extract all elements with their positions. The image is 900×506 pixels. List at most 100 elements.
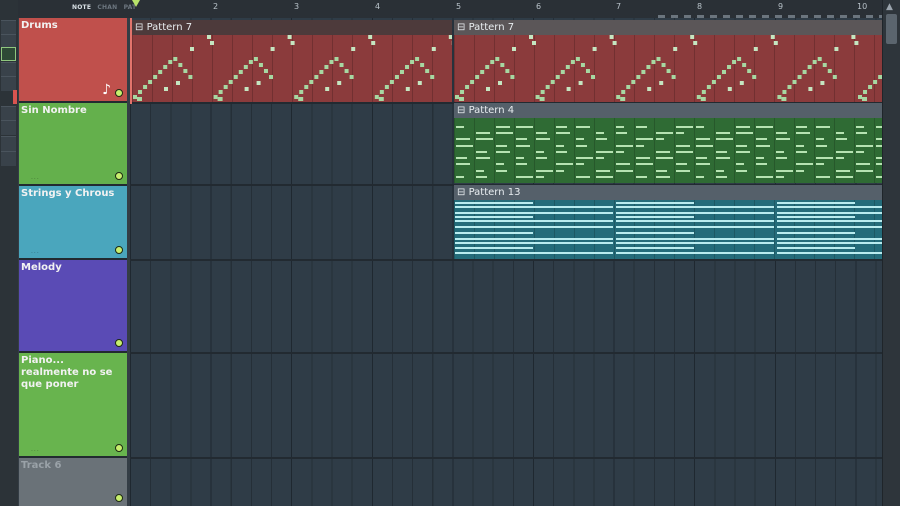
drum-note	[143, 85, 148, 89]
drum-note	[656, 57, 661, 61]
melody-note	[716, 138, 733, 140]
drum-note	[540, 90, 545, 94]
track-header-melody[interactable]: Melody	[19, 260, 127, 353]
clip-header[interactable]: ⊟ Pattern 7	[132, 20, 452, 35]
timeline-ruler[interactable]: NOTE CHAN PAT 2 3 4 5 6 7 8 9 10	[18, 0, 898, 19]
drum-note	[465, 85, 470, 89]
chord-note	[455, 220, 613, 222]
drum-note	[797, 75, 802, 79]
track-name: Piano... realmente no se que poner	[21, 355, 113, 390]
drum-note	[217, 97, 223, 101]
melody-note	[836, 138, 847, 140]
drum-note	[807, 65, 812, 69]
track-name: Strings y Chrous	[21, 188, 115, 199]
mode-tab-note[interactable]: NOTE	[72, 4, 91, 11]
track-grip: ...	[31, 446, 40, 453]
chord-note	[777, 242, 900, 244]
clip-sin-nombre-pattern-4[interactable]: ⊟ Pattern 4	[454, 103, 893, 183]
melody-note	[556, 145, 564, 147]
melody-note	[536, 170, 553, 172]
drum-note	[137, 97, 142, 101]
melody-note	[656, 151, 670, 153]
melody-note	[576, 126, 590, 128]
track-mute-led[interactable]	[115, 494, 123, 502]
melody-note	[456, 126, 464, 128]
clip-menu-icon[interactable]: ⊟	[135, 22, 143, 33]
mode-tab-chan[interactable]: CHAN	[97, 4, 117, 11]
melody-note	[576, 145, 587, 147]
drum-note	[575, 57, 580, 61]
track-header-piano[interactable]: Piano... realmente no se que poner ...	[19, 353, 127, 458]
melody-note	[596, 132, 604, 134]
drum-note	[505, 69, 510, 73]
clip-menu-icon[interactable]: ⊟	[457, 187, 465, 198]
playlist-grid[interactable]: ⊟ Pattern 7 ⊟ Pattern 7 ⊟ Pattern 4 ⊟ Pa…	[130, 18, 900, 506]
tool-button[interactable]	[1, 151, 16, 166]
row-separator	[130, 259, 882, 261]
track-header-sin-nombre[interactable]: Sin Nombre ...	[19, 103, 127, 186]
melody-note	[756, 126, 773, 128]
chord-note	[616, 220, 774, 222]
melody-note	[536, 176, 544, 178]
clip-menu-icon[interactable]: ⊟	[457, 105, 465, 116]
clip-strings-pattern-13[interactable]: ⊟ Pattern 13	[454, 185, 900, 259]
clip-header[interactable]: ⊟ Pattern 4	[454, 103, 882, 118]
tool-button[interactable]	[1, 62, 16, 77]
melody-note	[816, 126, 830, 128]
track-header-track-6[interactable]: Track 6	[19, 458, 127, 506]
drum-note	[233, 75, 238, 79]
drum-note	[410, 60, 415, 64]
drum-note	[334, 57, 339, 61]
tool-button[interactable]	[1, 136, 16, 151]
track-mute-led[interactable]	[115, 339, 123, 347]
scroll-thumb[interactable]	[886, 14, 897, 44]
vertical-scrollbar[interactable]: ▲	[882, 0, 900, 506]
scroll-up-icon[interactable]: ▲	[886, 2, 893, 12]
drum-note	[817, 57, 822, 61]
bar-number: 10	[857, 2, 868, 11]
chord-note	[616, 216, 694, 218]
melody-note	[656, 170, 667, 172]
drum-note	[737, 57, 742, 61]
playhead-marker-icon[interactable]	[132, 0, 140, 7]
track-mute-led[interactable]	[115, 172, 123, 180]
track-grip: ...	[31, 248, 40, 255]
drum-notes	[133, 35, 456, 101]
melody-note	[836, 157, 844, 159]
drum-note	[138, 90, 143, 94]
track-header-strings[interactable]: Strings y Chrous ...	[19, 186, 127, 260]
track-header-drums[interactable]: Drums ♪	[19, 18, 127, 103]
bar-number: 5	[456, 2, 462, 11]
clip-menu-icon[interactable]: ⊟	[457, 22, 465, 33]
drum-note	[173, 57, 178, 61]
clip-drums-pattern-7[interactable]: ⊟ Pattern 7	[132, 20, 456, 102]
clip-title: Pattern 7	[468, 22, 515, 33]
melody-note	[536, 151, 544, 153]
drum-note	[620, 97, 626, 101]
melody-note	[796, 145, 804, 147]
drum-note	[555, 75, 560, 79]
track-mute-led[interactable]	[115, 444, 123, 452]
drum-note	[287, 35, 292, 39]
clip-header[interactable]: ⊟ Pattern 7	[454, 20, 882, 35]
melody-note	[516, 163, 527, 165]
clip-header[interactable]: ⊟ Pattern 13	[454, 185, 882, 200]
drum-note	[693, 41, 698, 45]
tool-button-active[interactable]	[1, 47, 16, 61]
tool-button[interactable]	[1, 106, 16, 121]
melody-note	[816, 145, 827, 147]
drum-note	[290, 41, 295, 45]
track-mute-led[interactable]	[115, 246, 123, 254]
melody-note	[596, 151, 613, 153]
melody-note	[496, 170, 507, 172]
tool-button[interactable]	[1, 120, 16, 135]
track-mute-led[interactable]	[115, 89, 123, 97]
clip-drums-pattern-7[interactable]: ⊟ Pattern 7	[454, 20, 900, 102]
tool-button[interactable]	[1, 20, 16, 35]
drum-note	[782, 90, 787, 94]
chord-note	[455, 242, 613, 244]
melody-note	[616, 132, 627, 134]
tool-button[interactable]	[1, 76, 16, 91]
melody-note	[456, 176, 464, 178]
drum-note	[420, 63, 425, 67]
